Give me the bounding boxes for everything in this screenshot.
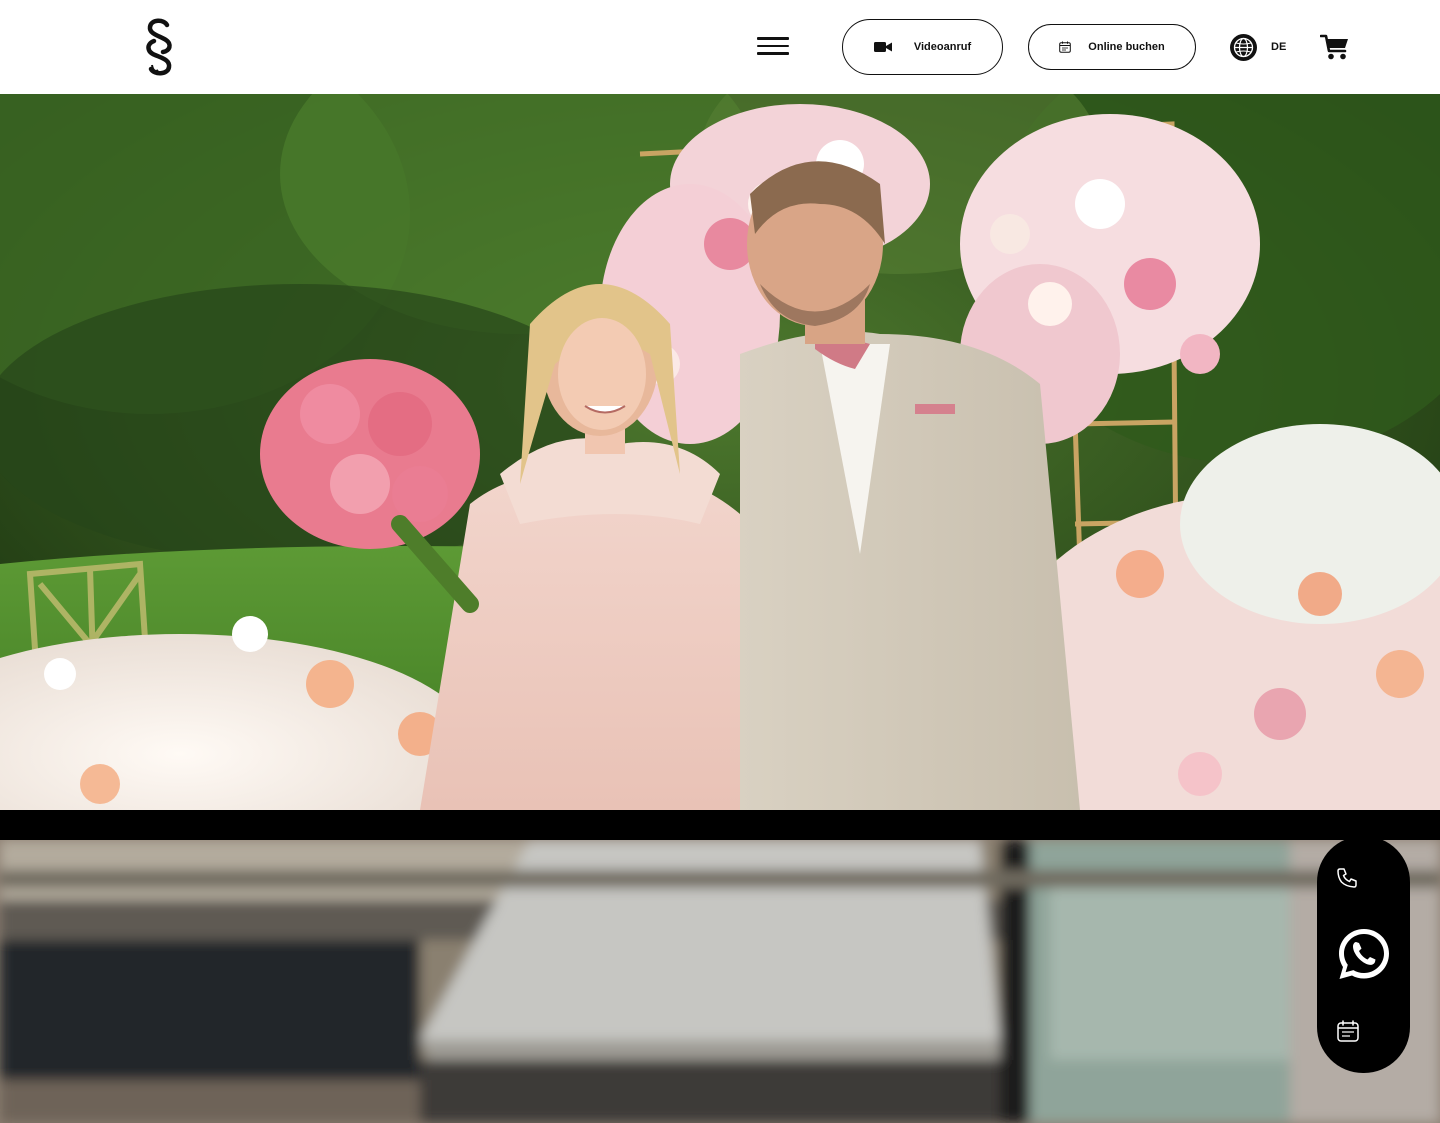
shopping-cart-icon[interactable] [1320,33,1350,61]
menu-hamburger-icon[interactable] [757,35,789,57]
whatsapp-icon[interactable] [1336,926,1392,982]
menu-line [757,44,789,47]
hero-wedding-photo [0,94,1440,810]
language-label: DE [1271,41,1287,53]
logo-section-sign-icon[interactable] [142,18,176,76]
online-booking-label: Online buchen [1088,41,1165,53]
phone-icon[interactable] [1335,866,1359,890]
online-booking-button[interactable]: Online buchen [1028,24,1196,70]
wedding-couple-image [0,94,1440,810]
menu-line [757,37,789,40]
blurred-storefront-image [0,840,1440,1123]
floating-contact-bar [1317,836,1410,1073]
site-header: Videoanruf Online buchen DE [0,0,1440,94]
language-switcher[interactable]: DE [1230,33,1286,61]
storefront-photo [0,840,1440,1123]
section-divider [0,810,1440,840]
calendar-icon[interactable] [1336,1019,1360,1043]
video-camera-icon [873,41,892,53]
menu-line [757,52,789,55]
video-call-button[interactable]: Videoanruf [842,19,1003,75]
calendar-icon [1059,41,1072,53]
globe-icon [1230,33,1257,61]
video-call-label: Videoanruf [913,41,972,53]
